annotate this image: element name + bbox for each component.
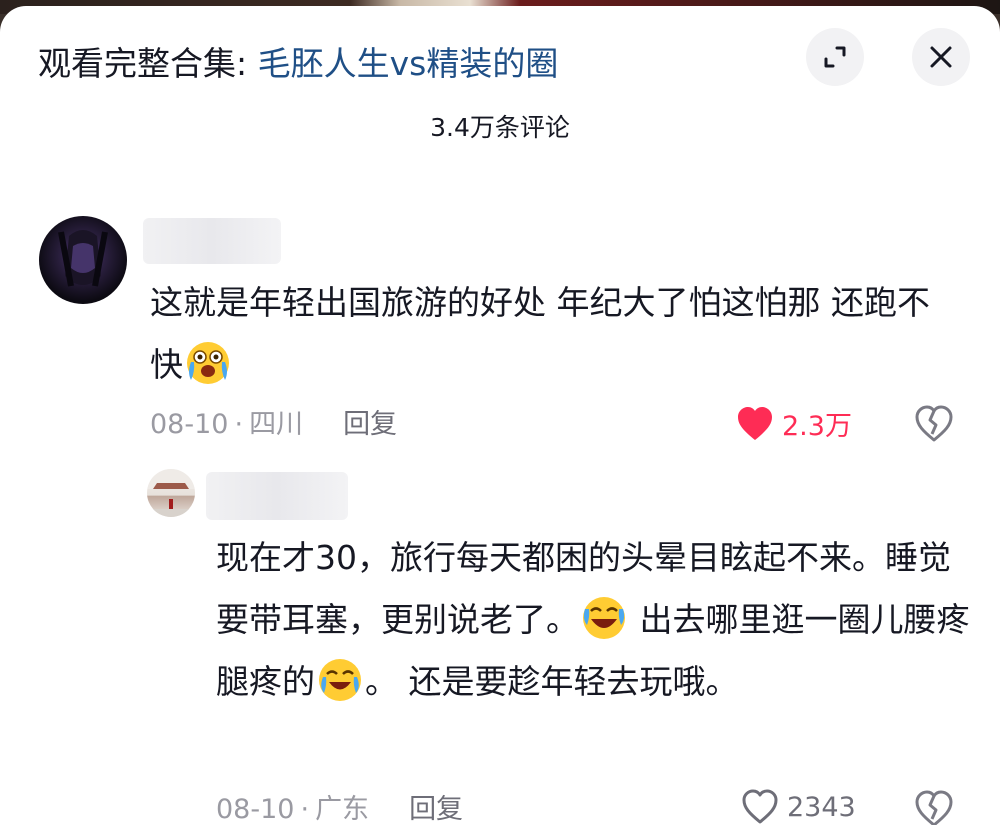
- meta-separator: ·: [300, 794, 310, 825]
- heart-filled-icon: [738, 406, 772, 440]
- heart-outline-icon: [742, 789, 778, 824]
- expand-button[interactable]: [806, 28, 864, 86]
- comment-text: 这就是年轻出国旅游的好处 年纪大了怕这怕那 还跑不快: [150, 272, 960, 396]
- username-blurred[interactable]: [206, 472, 348, 520]
- reply-button[interactable]: 回复: [343, 409, 397, 440]
- comment-meta: 08-10 · 广东 回复: [216, 792, 463, 825]
- avatar-image: [58, 230, 108, 287]
- laughing-tears-emoji-icon: [319, 659, 361, 701]
- comment-meta: 08-10 · 四川 回复: [150, 407, 397, 443]
- avatar[interactable]: [39, 216, 127, 304]
- like-count: 2.3万: [782, 411, 852, 442]
- broken-heart-icon: [915, 405, 953, 442]
- comment-location: 广东: [315, 794, 370, 825]
- close-icon: [930, 46, 952, 68]
- meta-separator: ·: [234, 409, 244, 440]
- collection-title-prefix: 观看完整合集:: [38, 44, 258, 83]
- expand-icon: [824, 46, 846, 68]
- comment-text-body: 这就是年轻出国旅游的好处 年纪大了怕这怕那 还跑不快: [150, 283, 930, 384]
- comment-text-part: 。 还是要趁年轻去玩哦。: [365, 662, 739, 701]
- comment-date: 08-10: [150, 409, 229, 440]
- collection-series-link[interactable]: 毛胚人生vs精装的圈: [258, 44, 559, 83]
- dislike-button[interactable]: [914, 404, 954, 444]
- comments-sheet: 观看完整合集: 毛胚人生vs精装的圈 3.4万条评论 这就是年轻出国旅游的好处 …: [0, 6, 1000, 825]
- like-count: 2343: [787, 791, 856, 823]
- like-button[interactable]: 2.3万: [736, 404, 852, 443]
- username-blurred[interactable]: [143, 218, 281, 264]
- comment-date: 08-10: [216, 794, 295, 825]
- comment-count: 3.4万条评论: [430, 113, 570, 142]
- avatar[interactable]: [147, 469, 195, 517]
- crying-emoji-icon: [187, 342, 229, 384]
- comment-location: 四川: [249, 409, 304, 440]
- avatar-image: [147, 469, 195, 517]
- dislike-button[interactable]: [914, 789, 954, 825]
- close-button[interactable]: [912, 28, 970, 86]
- laughing-tears-emoji-icon: [583, 597, 625, 639]
- broken-heart-icon: [915, 790, 953, 825]
- comment-text: 现在才30，旅行每天都困的头晕目眩起不来。睡觉要带耳塞，更别说老了。 出去哪里逛…: [216, 527, 976, 713]
- like-button[interactable]: 2343: [741, 789, 856, 825]
- collection-title[interactable]: 观看完整合集: 毛胚人生vs精装的圈: [38, 42, 558, 86]
- reply-button[interactable]: 回复: [409, 794, 463, 825]
